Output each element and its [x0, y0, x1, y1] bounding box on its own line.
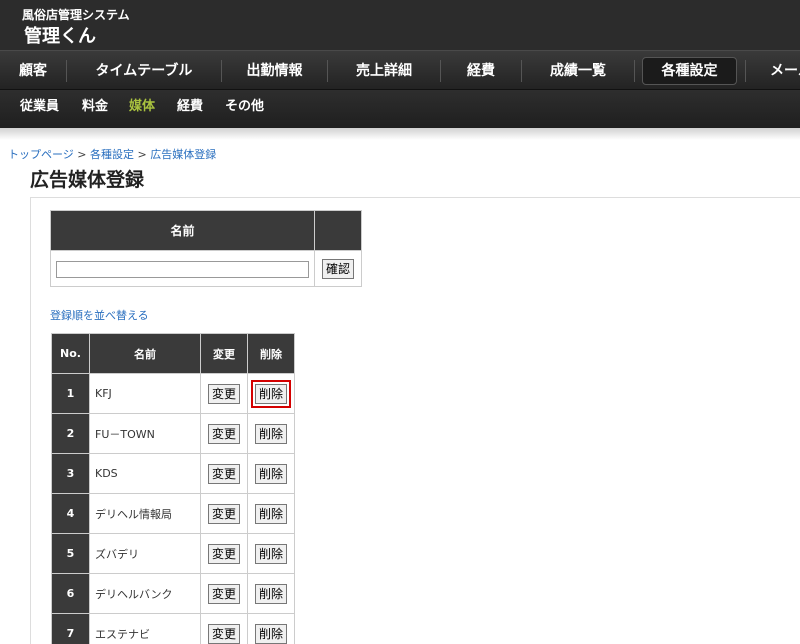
media-name: KDS — [89, 453, 201, 494]
breadcrumb-current[interactable]: 広告媒体登録 — [150, 148, 216, 161]
empty-header — [314, 210, 362, 251]
breadcrumb-separator: > — [137, 148, 147, 161]
media-list-table: No. 名前 変更 削除 1 KFJ 変更 削除 2 FU－TOWN 変更 削除 3 KDS 変更削… — [51, 333, 295, 644]
table-row: 4 デリヘル情報局 変更 削除 — [51, 493, 295, 534]
edit-button[interactable]: 変更 — [207, 623, 240, 644]
nav-tab-attendance[interactable]: 出勤情報 — [222, 51, 327, 91]
edit-button[interactable]: 変更 — [207, 423, 240, 444]
app-name: 管理くん — [24, 26, 96, 47]
edit-button[interactable]: 変更 — [207, 543, 240, 564]
table-row: 3 KDS 変更 削除 — [51, 453, 295, 494]
media-rows: 1 KFJ 変更 削除 2 FU－TOWN 変更 削除 3 KDS 変更 削除 4 デリヘル情報局 変更 削除… — [51, 373, 295, 644]
row-number: 1 — [51, 373, 90, 414]
edit-cell: 変更 — [200, 373, 248, 414]
nav-tab-customers[interactable]: 顧客 — [0, 51, 66, 91]
edit-button[interactable]: 変更 — [207, 503, 240, 524]
media-name: FU－TOWN — [89, 413, 201, 454]
delete-button[interactable]: 削除 — [254, 463, 287, 484]
delete-button[interactable]: 削除 — [254, 583, 287, 604]
reorder-link[interactable]: 登録順を並べ替える — [50, 307, 149, 323]
table-row: 2 FU－TOWN 変更 削除 — [51, 413, 295, 454]
app-header: 風俗店管理システム 管理くん — [0, 0, 800, 50]
row-number: 7 — [51, 613, 90, 644]
table-row: 7 エステナビ 変更 削除 — [51, 613, 295, 644]
edit-cell: 変更 — [200, 573, 248, 614]
delete-button[interactable]: 削除 — [254, 423, 287, 444]
subnav-item-pricing[interactable]: 料金 — [82, 90, 108, 126]
page-title: 広告媒体登録 — [30, 169, 145, 191]
nav-tab-expenses[interactable]: 経費 — [441, 51, 521, 91]
main-nav: 顧客 タイムテーブル 出勤情報 売上詳細 経費 成績一覧 各種設定 メール — [0, 50, 800, 90]
sub-nav: 従業員 料金 媒体 経費 その他 — [0, 90, 800, 128]
delete-cell: 削除 — [247, 493, 295, 534]
delete-cell: 削除 — [247, 573, 295, 614]
subnav-item-media[interactable]: 媒体 — [129, 90, 155, 126]
column-header-edit: 変更 — [200, 333, 248, 374]
subnav-item-other[interactable]: その他 — [225, 90, 264, 126]
column-header-name: 名前 — [89, 333, 201, 374]
delete-button[interactable]: 削除 — [254, 543, 287, 564]
nav-tab-timetable[interactable]: タイムテーブル — [67, 51, 221, 91]
confirm-button[interactable]: 確認 — [321, 259, 354, 279]
row-number: 4 — [51, 493, 90, 534]
nav-tab-results[interactable]: 成績一覧 — [522, 51, 634, 91]
table-row: 5 ズバデリ 変更 削除 — [51, 533, 295, 574]
media-name: デリヘル情報局 — [89, 493, 201, 534]
register-form-table: 名前 確認 — [50, 210, 362, 287]
media-name: ズバデリ — [89, 533, 201, 574]
column-header-no: No. — [51, 333, 90, 374]
edit-cell: 変更 — [200, 533, 248, 574]
breadcrumb-settings[interactable]: 各種設定 — [90, 148, 134, 161]
edit-cell: 変更 — [200, 493, 248, 534]
subnav-item-expenses[interactable]: 経費 — [177, 90, 203, 126]
row-number: 3 — [51, 453, 90, 494]
nav-divider — [745, 60, 746, 82]
nav-divider — [634, 60, 635, 82]
media-name: デリヘルバンク — [89, 573, 201, 614]
edit-cell: 変更 — [200, 613, 248, 644]
name-column-header: 名前 — [50, 210, 315, 251]
media-name-input[interactable] — [56, 261, 309, 279]
breadcrumb-top[interactable]: トップページ — [8, 148, 74, 161]
row-number: 2 — [51, 413, 90, 454]
column-header-delete: 削除 — [247, 333, 295, 374]
delete-cell: 削除 — [247, 453, 295, 494]
edit-cell: 変更 — [200, 413, 248, 454]
delete-cell: 削除 — [247, 613, 295, 644]
table-header-row: No. 名前 変更 削除 — [51, 333, 295, 374]
nav-tab-settings[interactable]: 各種設定 — [642, 57, 737, 85]
name-input-cell — [50, 250, 315, 287]
subnav-item-staff[interactable]: 従業員 — [20, 90, 59, 126]
nav-tab-sales-detail[interactable]: 売上詳細 — [328, 51, 440, 91]
media-name: エステナビ — [89, 613, 201, 644]
delete-cell: 削除 — [247, 533, 295, 574]
row-number: 5 — [51, 533, 90, 574]
table-row: 6 デリヘルバンク 変更 削除 — [51, 573, 295, 614]
edit-button[interactable]: 変更 — [207, 583, 240, 604]
media-name: KFJ — [89, 373, 201, 414]
breadcrumb-separator: > — [77, 148, 87, 161]
edit-button[interactable]: 変更 — [207, 463, 240, 484]
delete-cell: 削除 — [247, 373, 295, 414]
delete-button[interactable]: 削除 — [254, 623, 287, 644]
edit-button[interactable]: 変更 — [207, 383, 240, 404]
nav-tab-mail[interactable]: メール — [770, 51, 800, 91]
edit-cell: 変更 — [200, 453, 248, 494]
delete-button[interactable]: 削除 — [254, 503, 287, 524]
row-number: 6 — [51, 573, 90, 614]
breadcrumb: トップページ > 各種設定 > 広告媒体登録 — [8, 146, 216, 162]
table-row: 1 KFJ 変更 削除 — [51, 373, 295, 414]
system-name: 風俗店管理システム — [22, 8, 130, 22]
delete-button[interactable]: 削除 — [250, 379, 292, 408]
nav-shadow — [0, 128, 800, 140]
confirm-cell: 確認 — [314, 250, 362, 287]
delete-cell: 削除 — [247, 413, 295, 454]
